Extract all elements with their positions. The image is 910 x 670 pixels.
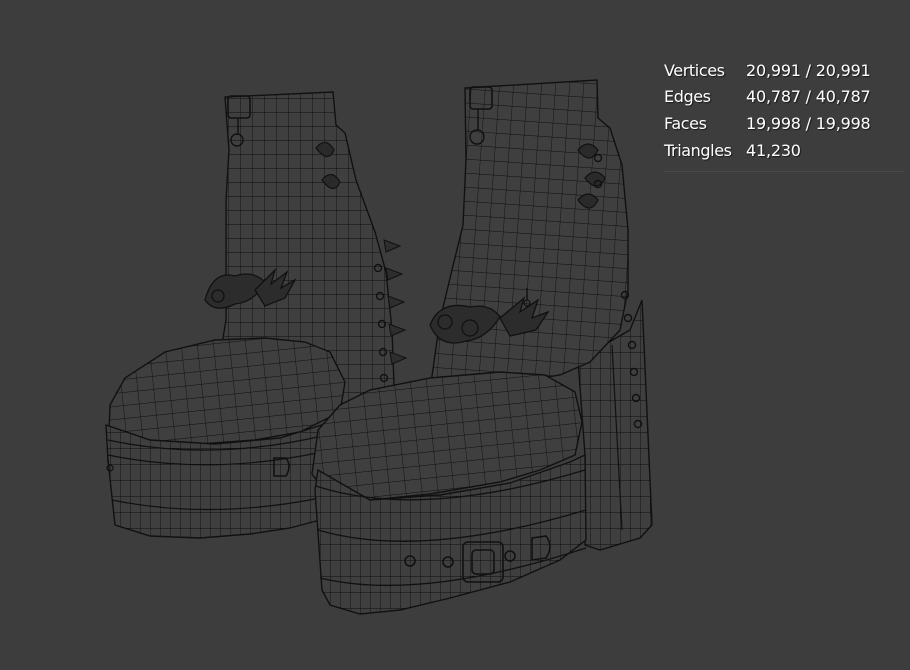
stat-label: Faces [664,113,707,133]
stat-label: Edges [664,87,711,107]
stat-row-edges: Edges 40,787 / 40,787 [664,84,904,111]
stat-row-triangles: Triangles 41,230 [664,137,904,164]
stat-value: 20,991 / 20,991 [746,60,871,80]
stat-label: Triangles [664,140,732,160]
3d-viewport[interactable]: Vertices 20,991 / 20,991 Edges 40,787 / … [0,0,910,670]
stat-value: 19,998 / 19,998 [746,113,871,133]
stat-row-faces: Faces 19,998 / 19,998 [664,110,904,137]
stat-label: Vertices [664,60,725,80]
stat-row-vertices: Vertices 20,991 / 20,991 [664,57,904,84]
stat-value: 41,230 [746,140,801,160]
stat-value: 40,787 / 40,787 [746,87,871,107]
mesh-statistics-overlay: Vertices 20,991 / 20,991 Edges 40,787 / … [664,57,904,173]
